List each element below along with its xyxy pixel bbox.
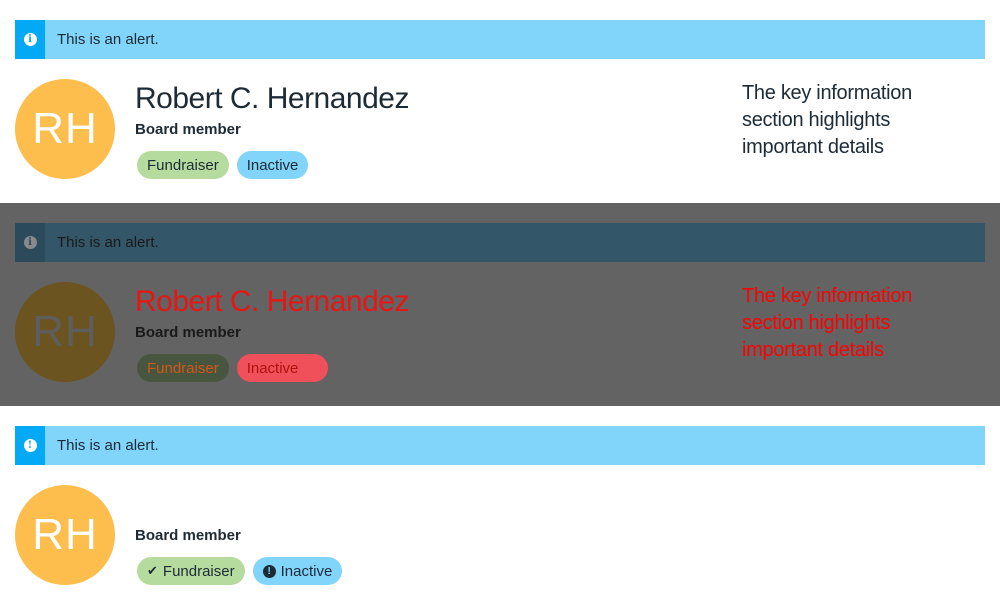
tag-fundraiser: Fundraiser <box>137 354 229 382</box>
person-role: Board member <box>135 121 241 138</box>
check-icon: ✔ <box>147 563 158 578</box>
alert-text: This is an alert. <box>57 234 159 251</box>
info-icon: i <box>23 236 37 249</box>
avatar: RH <box>15 282 115 382</box>
tag-inactive: Inactive <box>236 354 329 382</box>
tag-label: Fundraiser <box>147 156 219 174</box>
avatar: RH <box>15 79 115 179</box>
tag-list: Fundraiser Inactive <box>137 354 329 382</box>
tag-label: Inactive <box>246 156 299 174</box>
profile-panel-default: i This is an alert. RH Robert C. Hernand… <box>0 0 1000 203</box>
alert-banner: ! This is an alert. <box>15 426 985 465</box>
info-icon: i <box>23 33 37 46</box>
tag-label: Inactive <box>246 359 299 377</box>
alert-icon-box: i <box>15 223 45 262</box>
exclamation-circle-icon: ! <box>262 564 276 578</box>
tag-list: ✔ Fundraiser ! Inactive <box>137 557 343 585</box>
alert-text: This is an alert. <box>57 31 159 48</box>
person-name: Robert C. Hernandez <box>135 82 409 115</box>
tag-list: Fundraiser Inactive <box>137 151 309 179</box>
person-role: Board member <box>135 527 241 544</box>
tag-inactive: Inactive <box>236 151 309 179</box>
tag-fundraiser: Fundraiser <box>137 151 229 179</box>
person-role: Board member <box>135 324 241 341</box>
exclamation-icon: ! <box>23 439 37 452</box>
tag-fundraiser: ✔ Fundraiser <box>137 557 245 585</box>
avatar: RH <box>15 485 115 585</box>
person-name: Robert C. Hernandez <box>135 285 409 318</box>
key-information-text: The key information section highlights i… <box>742 82 912 158</box>
tag-label: Fundraiser <box>147 359 219 377</box>
tag-inactive: ! Inactive <box>252 557 343 585</box>
key-information-text: The key information section highlights i… <box>742 285 912 361</box>
profile-panel-icons: ! This is an alert. RH Board member ✔ Fu… <box>0 406 1000 609</box>
alert-icon-box: i <box>15 20 45 59</box>
alert-icon-box: ! <box>15 426 45 465</box>
alert-banner: i This is an alert. <box>15 20 985 59</box>
alert-text: This is an alert. <box>57 437 159 454</box>
alert-banner: i This is an alert. <box>15 223 985 262</box>
tag-label: Fundraiser <box>162 562 235 580</box>
tag-label: Inactive <box>280 562 333 580</box>
profile-panel-overlay: i This is an alert. RH Robert C. Hernand… <box>0 203 1000 406</box>
